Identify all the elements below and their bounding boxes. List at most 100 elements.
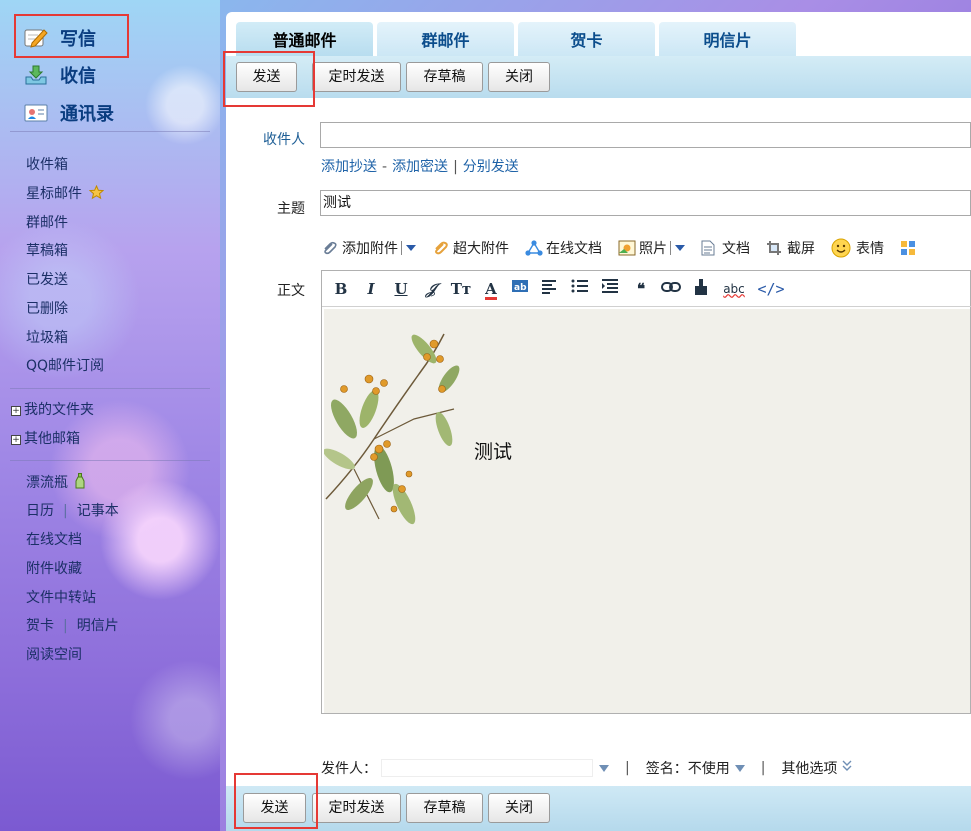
add-attachment-label: 添加附件	[342, 241, 398, 257]
signature-select[interactable]: 签名：不使用	[646, 758, 730, 778]
recipient-label: 收件人	[263, 132, 305, 148]
separator: |	[63, 618, 68, 634]
sidebar-item-attachment-fav[interactable]: 附件收藏	[26, 559, 82, 579]
close-button[interactable]: 关闭	[488, 793, 550, 823]
inbox-label: 收信	[60, 66, 96, 87]
screenshot-button[interactable]: 截屏	[766, 238, 815, 258]
align-icon[interactable]	[540, 278, 562, 300]
sidebar-item-subscriptions[interactable]: QQ邮件订阅	[26, 356, 104, 376]
bold-icon[interactable]: B	[330, 278, 352, 300]
emoji-button[interactable]: 表情	[831, 238, 884, 258]
drift-bottle-label: 漂流瓶	[26, 475, 68, 491]
sidebar-item-reading-space[interactable]: 阅读空间	[26, 645, 82, 665]
online-doc-button[interactable]: 在线文档	[525, 238, 602, 258]
photo-button[interactable]: 照片	[618, 238, 685, 258]
share-nodes-icon	[525, 240, 543, 256]
large-paperclip-icon	[432, 240, 448, 256]
sidebar-item-starred[interactable]: 星标邮件	[26, 184, 105, 204]
save-draft-button[interactable]: 存草稿	[406, 793, 483, 823]
tab-postcard[interactable]: 明信片	[659, 22, 796, 56]
chevron-down-icon[interactable]	[675, 245, 685, 251]
chevron-down-icon[interactable]	[599, 764, 609, 772]
sidebar-item-deleted[interactable]: 已删除	[26, 299, 68, 319]
other-options-link[interactable]: 其他选项	[781, 758, 837, 778]
tab-group-mail[interactable]: 群邮件	[377, 22, 514, 56]
my-folders-label: 我的文件夹	[24, 402, 94, 418]
font-color-icon[interactable]: A	[480, 278, 502, 300]
photo-label: 照片	[639, 241, 667, 257]
sidebar-item-my-folders[interactable]: + 我的文件夹	[11, 400, 94, 420]
screenshot-label: 截屏	[787, 241, 815, 257]
sidebar-item-other-mailboxes[interactable]: + 其他邮箱	[11, 429, 80, 449]
expand-plus-icon[interactable]: +	[11, 406, 21, 416]
link-icon[interactable]	[660, 278, 682, 300]
sidebar-item-inbox[interactable]: 收件箱	[26, 155, 68, 175]
font-size-icon[interactable]: Tт	[450, 278, 472, 300]
sidebar-item-drafts[interactable]: 草稿箱	[26, 241, 68, 261]
separator: |	[625, 760, 630, 776]
save-draft-button[interactable]: 存草稿	[406, 62, 483, 92]
sidebar-item-spam[interactable]: 垃圾箱	[26, 328, 68, 348]
online-doc-label: 在线文档	[546, 241, 602, 257]
source-code-icon[interactable]: </>	[756, 278, 786, 300]
sidebar-item-group-mail[interactable]: 群邮件	[26, 213, 68, 233]
large-attachment-button[interactable]: 超大附件	[432, 238, 509, 258]
sidebar-divider	[10, 388, 210, 389]
document-button[interactable]: 文档	[701, 238, 750, 258]
sidebar-item-drift-bottle[interactable]: 漂流瓶	[26, 473, 85, 493]
editor-content-area[interactable]: 测试	[324, 309, 970, 713]
clear-format-icon[interactable]	[690, 278, 712, 300]
document-label: 文档	[722, 241, 750, 257]
send-highlight-box	[234, 773, 318, 829]
scheduled-send-button[interactable]: 定时发送	[312, 793, 401, 823]
chevron-down-icon[interactable]	[406, 245, 416, 251]
emoji-label: 表情	[856, 241, 884, 257]
compose-tabs: 普通邮件 群邮件 贺卡 明信片	[236, 22, 800, 56]
chevron-down-icon[interactable]	[734, 764, 745, 772]
document-icon	[701, 240, 717, 256]
quote-icon[interactable]: ❝	[630, 278, 652, 300]
sidebar-item-notepad[interactable]: 记事本	[77, 503, 119, 519]
sidebar-item-postcard[interactable]: 明信片	[77, 618, 119, 634]
subject-label: 主题	[277, 201, 305, 217]
sidebar-divider	[10, 131, 210, 132]
sidebar-item-calendar[interactable]: 日历	[26, 503, 54, 519]
sidebar-item-file-transfer[interactable]: 文件中转站	[26, 588, 96, 608]
spellcheck-icon[interactable]: abc	[720, 278, 748, 300]
close-button[interactable]: 关闭	[488, 62, 550, 92]
double-chevron-down-icon[interactable]	[842, 760, 852, 776]
separate-send-link[interactable]: 分别发送	[463, 159, 519, 175]
contacts-link[interactable]: 通讯录	[24, 98, 114, 128]
scheduled-send-button[interactable]: 定时发送	[312, 62, 401, 92]
indent-icon[interactable]	[600, 278, 622, 300]
underline-icon[interactable]: U	[390, 278, 412, 300]
background-color-icon[interactable]: ab	[510, 278, 532, 300]
add-attachment-button[interactable]: 添加附件	[321, 238, 416, 258]
sidebar-item-sent[interactable]: 已发送	[26, 270, 68, 290]
sidebar: 写信 收信 通讯录 收件箱 星标邮件 群邮件 草稿箱 已发送 已删除 垃圾箱 Q…	[0, 0, 220, 831]
italic-icon[interactable]: I	[360, 278, 382, 300]
add-cc-link[interactable]: 添加抄送	[321, 159, 377, 175]
sidebar-item-online-docs[interactable]: 在线文档	[26, 530, 82, 550]
body-text[interactable]: 测试	[474, 437, 512, 464]
apps-button[interactable]	[900, 240, 921, 256]
bottle-icon	[75, 473, 85, 495]
tab-greeting-card[interactable]: 贺卡	[518, 22, 655, 56]
font-family-icon[interactable]: 𝒥	[420, 278, 442, 300]
expand-plus-icon[interactable]: +	[11, 435, 21, 445]
download-tray-icon	[24, 64, 48, 86]
other-mailboxes-label: 其他邮箱	[24, 431, 80, 447]
sender-row: 发件人： | 签名：不使用 | 其他选项	[321, 758, 852, 778]
large-attachment-label: 超大附件	[453, 241, 509, 257]
subject-input[interactable]: 测试	[320, 190, 971, 216]
list-icon[interactable]	[570, 278, 592, 300]
attachment-toolbar: 添加附件 超大附件 在线文档 照片 文档 截屏 表情	[321, 237, 937, 259]
starred-label: 星标邮件	[26, 186, 82, 202]
recipient-input[interactable]	[320, 122, 971, 148]
sender-select[interactable]	[381, 759, 593, 777]
add-bcc-link[interactable]: 添加密送	[392, 159, 448, 175]
inbox-link[interactable]: 收信	[24, 60, 96, 90]
bottom-toolbar: 发送 定时发送 存草稿 关闭	[226, 786, 971, 831]
rich-text-editor: B I U 𝒥 Tт A ab ❝ abc </> 测试	[321, 270, 971, 714]
sidebar-item-greeting-card[interactable]: 贺卡	[26, 618, 54, 634]
